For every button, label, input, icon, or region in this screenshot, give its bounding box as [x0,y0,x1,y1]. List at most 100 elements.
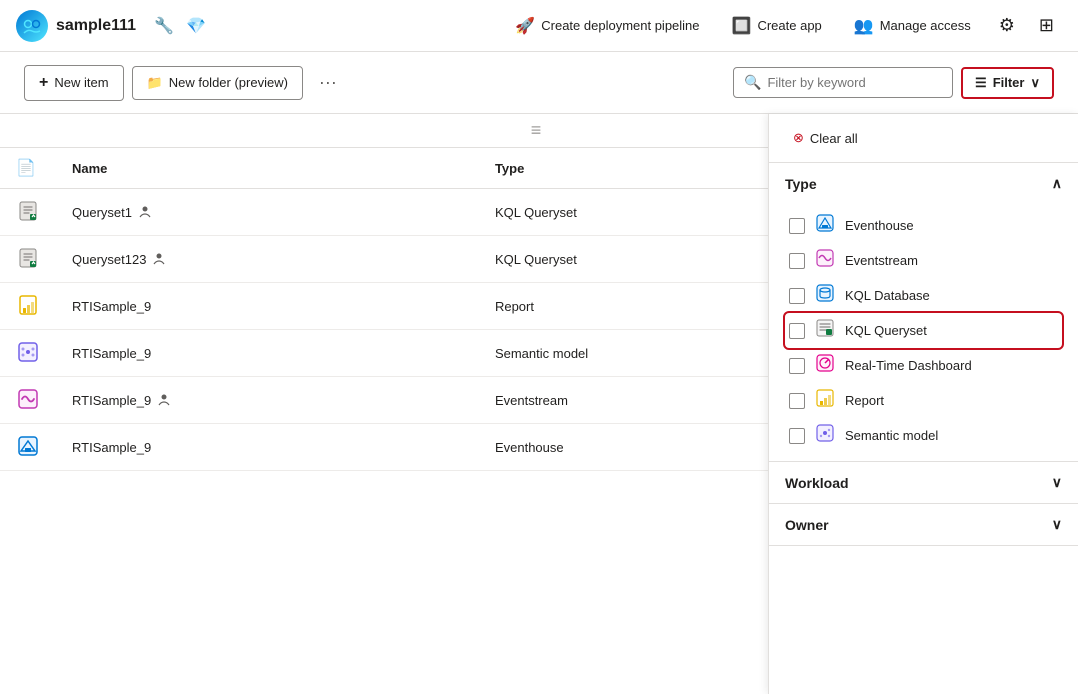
item-name-text: Queryset1 [72,205,132,220]
row-name-cell: RTISample_9 [56,424,479,471]
filter-item-real-time-dashboard[interactable]: Real-Time Dashboard [785,348,1062,383]
filter-panel: ⊗ Clear all Type ∧ Eventhouse Eventstrea… [768,114,1078,694]
manage-access-button[interactable]: 👥 Manage access [842,10,983,42]
filter-label-report: Report [845,393,884,408]
plus-icon: + [39,74,48,92]
filter-chevron-icon: ∨ [1030,75,1040,91]
more-options-button[interactable]: ··· [311,64,345,101]
search-icon: 🔍 [744,74,761,91]
row-name-cell: RTISample_9 [56,283,479,330]
filter-item-report[interactable]: Report [785,383,1062,418]
filter-section-type: Type ∧ Eventhouse Eventstream KQL Databa… [769,163,1078,462]
gear-button[interactable]: ⚙ [991,9,1023,42]
workspace-icon [16,10,48,42]
file-icon: 📄 [16,160,36,177]
person-icon [138,204,152,221]
filter-checkbox-semantic-model[interactable] [789,428,805,444]
clear-icon: ⊗ [793,130,804,146]
row-name-cell: Queryset1 [56,189,479,236]
filter-section-owner-header[interactable]: Owner ∨ [769,504,1078,545]
filter-item-kql-database[interactable]: KQL Database [785,278,1062,313]
item-name-text: RTISample_9 [72,440,151,455]
workspace-name: sample111 [56,17,136,35]
filter-checkbox-eventhouse[interactable] [789,218,805,234]
clear-all-button[interactable]: ⊗ Clear all [785,126,866,150]
new-folder-button[interactable]: 📁 New folder (preview) [132,66,303,100]
type-collapse-icon: ∧ [1052,175,1062,192]
item-name-text: RTISample_9 [72,346,151,361]
windows-button[interactable]: ⊞ [1031,9,1062,42]
owner-section-label: Owner [785,517,829,533]
new-item-label: New item [54,75,108,90]
top-nav: sample111 🔧 💎 🚀 Create deployment pipeli… [0,0,1078,52]
filter-item-kql-queryset[interactable]: KQL Queryset [785,313,1062,348]
row-type-icon [0,330,56,377]
filter-label: Filter [993,75,1025,90]
clear-all-label: Clear all [810,131,858,146]
windows-icon: ⊞ [1039,15,1054,36]
filter-checkbox-eventstream[interactable] [789,253,805,269]
filter-icon-real-time-dashboard [815,354,835,377]
filter-button[interactable]: ☰ Filter ∨ [961,67,1054,99]
row-name-cell: RTISample_9 [56,330,479,377]
item-name-text: Queryset123 [72,252,146,267]
filter-label-kql-database: KQL Database [845,288,930,303]
search-box[interactable]: 🔍 [733,67,953,98]
filter-label-semantic-model: Semantic model [845,428,938,443]
filter-item-eventhouse[interactable]: Eventhouse [785,208,1062,243]
filter-label-eventhouse: Eventhouse [845,218,914,233]
filter-icon-semantic-model [815,424,835,447]
filter-panel-header: ⊗ Clear all [769,114,1078,163]
new-folder-label: New folder (preview) [169,75,288,90]
type-section-label: Type [785,176,817,192]
filter-checkbox-real-time-dashboard[interactable] [789,358,805,374]
settings-small-icon[interactable]: 🔧 [154,16,174,36]
content-area: ≡ 📄 Name Type Task Queryset1 [0,114,1078,694]
col-name: Name [56,148,479,189]
create-pipeline-button[interactable]: 🚀 Create deployment pipeline [503,10,711,42]
manage-access-label: Manage access [880,18,971,33]
row-type-icon [0,236,56,283]
filter-item-semantic-model[interactable]: Semantic model [785,418,1062,453]
col-icon: 📄 [0,148,56,189]
workload-expand-icon: ∨ [1052,474,1062,491]
filter-section-workload: Workload ∨ [769,462,1078,504]
filter-checkbox-kql-queryset[interactable] [789,323,805,339]
filter-icon-kql-database [815,284,835,307]
row-type-icon [0,424,56,471]
item-name-text: RTISample_9 [72,393,151,408]
new-item-button[interactable]: + New item [24,65,124,101]
row-type-icon [0,189,56,236]
create-app-button[interactable]: 🔲 Create app [720,10,834,42]
app-icon: 🔲 [732,16,752,36]
create-app-label: Create app [757,18,821,33]
filter-icon-kql-queryset [815,319,835,342]
filter-items-type: Eventhouse Eventstream KQL Database KQL … [769,204,1078,461]
filter-icon-report [815,389,835,412]
diamond-icon: 💎 [186,16,206,36]
toolbar: + New item 📁 New folder (preview) ··· 🔍 … [0,52,1078,114]
filter-item-eventstream[interactable]: Eventstream [785,243,1062,278]
filter-icon: ☰ [975,75,987,91]
row-type-icon [0,377,56,424]
filter-label-eventstream: Eventstream [845,253,918,268]
row-name-cell: RTISample_9 [56,377,479,424]
people-icon: 👥 [854,16,874,36]
workload-section-label: Workload [785,475,849,491]
gear-icon: ⚙ [999,15,1015,36]
person-icon [157,392,171,409]
filter-icon-eventhouse [815,214,835,237]
rocket-icon: 🚀 [515,16,535,36]
row-name-cell: Queryset123 [56,236,479,283]
create-pipeline-label: Create deployment pipeline [541,18,699,33]
filter-section-owner: Owner ∨ [769,504,1078,546]
filter-icon-eventstream [815,249,835,272]
filter-section-type-header[interactable]: Type ∧ [769,163,1078,204]
filter-label-kql-queryset: KQL Queryset [845,323,927,338]
filter-checkbox-report[interactable] [789,393,805,409]
item-name-text: RTISample_9 [72,299,151,314]
filter-label-real-time-dashboard: Real-Time Dashboard [845,358,972,373]
search-input[interactable] [767,75,942,90]
filter-checkbox-kql-database[interactable] [789,288,805,304]
filter-section-workload-header[interactable]: Workload ∨ [769,462,1078,503]
